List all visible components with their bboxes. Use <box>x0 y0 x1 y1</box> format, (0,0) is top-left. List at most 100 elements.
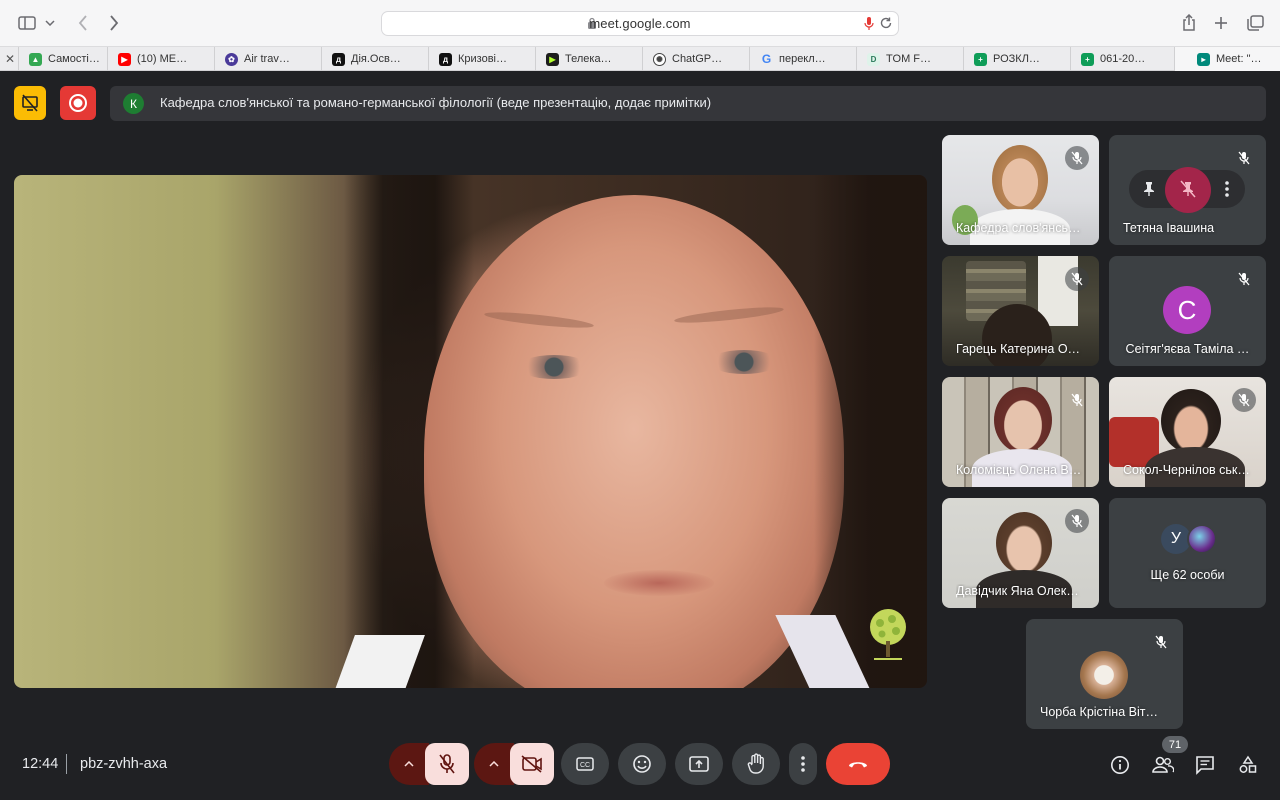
chevron-down-icon[interactable] <box>40 10 60 36</box>
participant-name: Тетяна Івашина <box>1123 221 1215 235</box>
participant-tile[interactable]: Тетяна Івашина <box>1109 135 1266 245</box>
audio-settings-button[interactable] <box>389 743 429 785</box>
tabs-overview-icon[interactable] <box>1242 10 1268 36</box>
tab-label: TOM F… <box>886 53 932 65</box>
participant-video <box>1161 389 1221 453</box>
raise-hand-button[interactable] <box>732 743 780 785</box>
close-tab-icon[interactable]: ✕ <box>5 52 15 66</box>
more-options-button[interactable] <box>1213 175 1241 203</box>
presenter-status-text: Кафедра слов'янської та романо-германськ… <box>160 95 712 110</box>
tab-favicon: ▲ <box>29 52 42 66</box>
tab-label: Кризові… <box>458 53 507 65</box>
sheets-icon: + <box>1081 52 1094 66</box>
muted-mic-icon <box>1065 267 1089 291</box>
remove-from-screen-button[interactable] <box>1174 175 1202 203</box>
chatgpt-icon: ✺ <box>653 52 666 66</box>
present-to-all-icon <box>689 756 709 772</box>
browser-tab[interactable]: ✿ Air trav… <box>214 47 321 71</box>
people-icon <box>1152 756 1174 773</box>
browser-tab[interactable]: ▲ Самості… <box>18 47 107 71</box>
tab-label: Самості… <box>48 53 100 65</box>
tab-favicon: д <box>439 52 452 66</box>
captions-button[interactable]: CC <box>561 743 609 785</box>
browser-tab[interactable]: Gперекл… <box>749 47 856 71</box>
browser-tab[interactable]: ▶ Телека… <box>535 47 642 71</box>
tab-favicon: D <box>867 52 880 66</box>
participant-tile[interactable]: Сокол-Чернілов ськ… <box>1109 377 1266 487</box>
chat-button[interactable] <box>1192 752 1218 778</box>
participant-tile[interactable]: Давідчик Яна Олек… <box>942 498 1099 608</box>
meeting-details-button[interactable] <box>1107 752 1133 778</box>
tab-favicon: ✿ <box>225 52 238 66</box>
google-icon: G <box>761 52 772 66</box>
more-options-button[interactable] <box>789 743 817 785</box>
tab-favicon: ▶ <box>546 52 559 66</box>
tile-hover-controls <box>1129 167 1245 213</box>
browser-tab[interactable]: д Дія.Осв… <box>321 47 428 71</box>
browser-tab[interactable]: ▶ (10) ME… <box>107 47 214 71</box>
participant-tile[interactable]: Гарець Катерина О… <box>942 256 1099 366</box>
people-button[interactable] <box>1150 752 1176 778</box>
participant-name: Гарець Катерина О… <box>956 342 1081 356</box>
pin-button[interactable] <box>1135 175 1163 203</box>
activities-icon <box>1239 755 1257 773</box>
presentation-video[interactable] <box>14 175 927 688</box>
muted-mic-icon <box>1065 509 1089 533</box>
leave-call-button[interactable] <box>826 743 890 785</box>
camera-toggle-button[interactable] <box>510 743 554 785</box>
record-button[interactable] <box>60 86 96 120</box>
video-region <box>519 355 589 379</box>
reload-icon[interactable] <box>879 16 893 35</box>
divider <box>66 754 67 774</box>
participant-name: Давідчик Яна Олек… <box>956 584 1079 598</box>
more-participants-label: Ще 62 особи <box>1150 568 1225 582</box>
participant-video <box>1038 256 1078 326</box>
participant-video <box>994 387 1052 453</box>
forward-arrow-icon[interactable] <box>101 10 127 36</box>
sidebar-toggle-icon[interactable] <box>14 10 40 36</box>
tab-label: Air trav… <box>244 53 290 65</box>
pin-icon <box>1144 182 1154 196</box>
camera-control-group <box>474 743 554 785</box>
presenter-avatar: К <box>123 93 144 114</box>
muted-mic-icon <box>1065 146 1089 170</box>
presentation-off-button[interactable] <box>14 86 46 120</box>
browser-tab-active[interactable]: ▸ Meet: "… <box>1174 47 1280 71</box>
participant-name: Чорба Крістіна Віт… <box>1040 705 1158 719</box>
share-icon[interactable] <box>1176 10 1202 36</box>
unpin-icon <box>1180 180 1196 198</box>
muted-mic-icon <box>1065 388 1089 412</box>
participant-name: Сеітяг'яєва Таміла … <box>1125 342 1250 356</box>
hand-icon <box>747 753 764 774</box>
browser-tab[interactable]: + РОЗКЛ… <box>963 47 1070 71</box>
participant-tile[interactable]: Кафедра слов'янсь… <box>942 135 1099 245</box>
browser-tab[interactable]: ✺ ChatGP… <box>642 47 749 71</box>
participant-tile[interactable]: Коломієць Олена В… <box>942 377 1099 487</box>
participant-video <box>992 145 1048 213</box>
address-bar[interactable]: meet.google.com <box>381 11 899 36</box>
sheets-icon: + <box>974 52 987 66</box>
info-icon <box>1111 756 1129 774</box>
back-arrow-icon[interactable] <box>70 10 96 36</box>
browser-tab[interactable]: D TOM F… <box>856 47 963 71</box>
reactions-button[interactable] <box>618 743 666 785</box>
muted-mic-icon <box>1232 146 1256 170</box>
mic-icon[interactable] <box>864 16 874 36</box>
microphone-toggle-button[interactable] <box>425 743 469 785</box>
more-vert-icon <box>801 756 805 772</box>
present-screen-button[interactable] <box>675 743 723 785</box>
plus-icon[interactable] <box>1208 10 1234 36</box>
browser-tab[interactable]: +061-20… <box>1070 47 1174 71</box>
emoji-icon <box>633 755 651 773</box>
muted-mic-icon <box>1149 630 1173 654</box>
activities-button[interactable] <box>1235 752 1261 778</box>
participant-avatar: С <box>1163 286 1211 334</box>
tab-label: 061-20… <box>1100 53 1146 65</box>
participant-count-badge: 71 <box>1162 736 1188 753</box>
participant-tile[interactable]: С Сеітяг'яєва Таміла … <box>1109 256 1266 366</box>
participant-name: Коломієць Олена В… <box>956 463 1082 477</box>
more-participants-tile[interactable]: У Ще 62 особи <box>1109 498 1266 608</box>
participant-tile[interactable]: Чорба Крістіна Віт… <box>1026 619 1183 729</box>
video-settings-button[interactable] <box>474 743 514 785</box>
browser-tab[interactable]: д Кризові… <box>428 47 535 71</box>
